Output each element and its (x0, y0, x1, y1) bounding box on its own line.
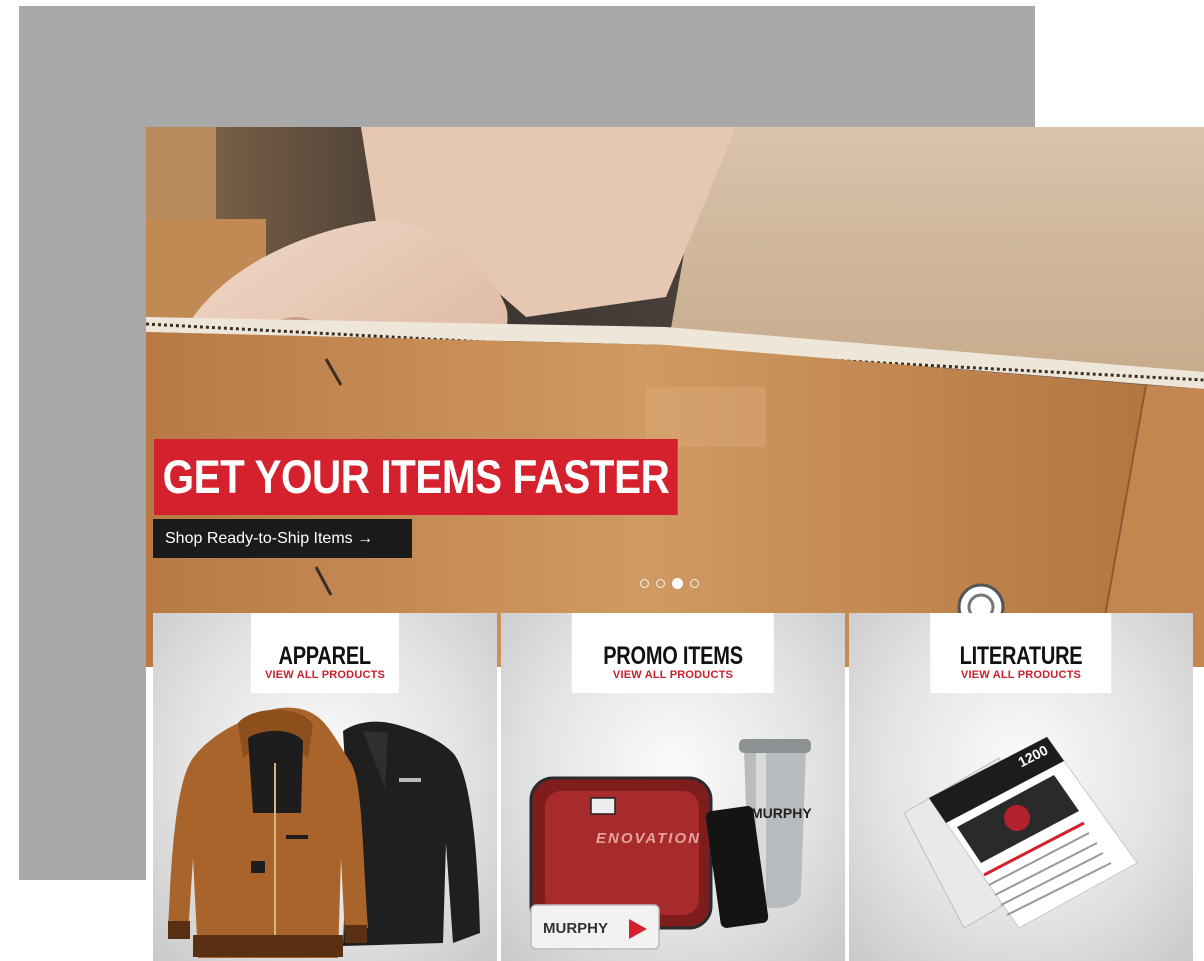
category-title: PROMO ITEMS (603, 642, 743, 670)
shop-ready-to-ship-button[interactable]: Shop Ready-to-Ship Items → (153, 519, 412, 558)
category-title: LITERATURE (959, 642, 1083, 670)
view-all-products-link[interactable]: VIEW ALL PRODUCTS (586, 669, 760, 681)
view-all-products-link[interactable]: VIEW ALL PRODUCTS (265, 669, 385, 681)
category-tiles: APPAREL VIEW ALL PRODUCTS ENOVATION MURP… (153, 613, 1204, 961)
category-label-literature: LITERATURE VIEW ALL PRODUCTS (930, 613, 1112, 693)
category-tile-promo-items[interactable]: ENOVATION MURPHY MURPHY PROMO ITEMS VIEW… (501, 613, 845, 961)
carousel-dot-1[interactable] (640, 578, 649, 588)
carousel-dot-2[interactable] (656, 578, 665, 588)
hero-banner: GET YOUR ITEMS FASTER Shop Ready-to-Ship… (146, 127, 1204, 667)
category-label-promo-items: PROMO ITEMS VIEW ALL PRODUCTS (571, 613, 775, 693)
category-tile-apparel[interactable]: APPAREL VIEW ALL PRODUCTS (153, 613, 497, 961)
tumbler-brand-text: MURPHY (751, 805, 812, 821)
website-preview: GET YOUR ITEMS FASTER Shop Ready-to-Ship… (146, 127, 1204, 961)
category-title: APPAREL (278, 642, 372, 670)
case-brand-text: ENOVATION (596, 830, 701, 847)
carousel-dot-4[interactable] (690, 578, 699, 588)
hero-headline: GET YOUR ITEMS FASTER (154, 439, 678, 515)
category-tile-literature[interactable]: 1200 LITERATURE VIEW ALL PRODUCTS (849, 613, 1193, 961)
view-all-products-link[interactable]: VIEW ALL PRODUCTS (944, 669, 1097, 681)
carousel-dot-3-active[interactable] (672, 577, 683, 589)
placard-brand-text: MURPHY (543, 920, 608, 937)
carousel-pagination (640, 576, 699, 590)
category-label-apparel: APPAREL VIEW ALL PRODUCTS (250, 613, 400, 693)
